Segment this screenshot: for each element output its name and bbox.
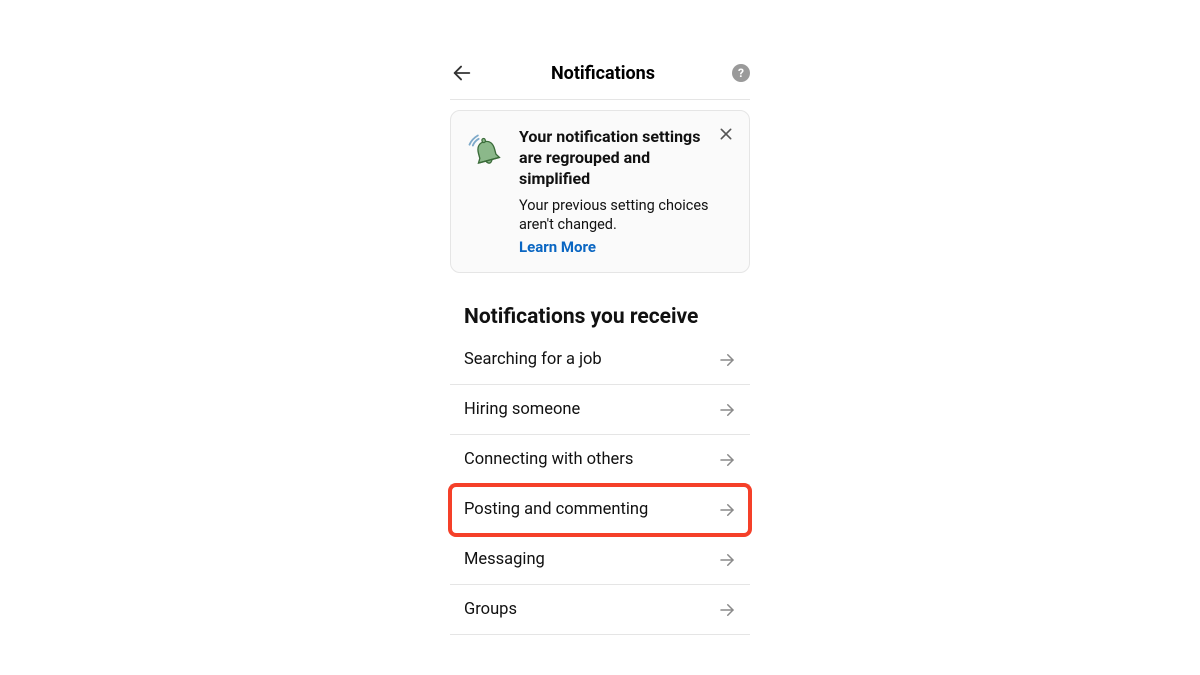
settings-row[interactable]: Searching for a job <box>450 335 750 385</box>
arrow-left-icon <box>451 62 473 84</box>
banner-text: Your previous setting choices aren't cha… <box>519 197 735 235</box>
bell-icon <box>465 133 509 173</box>
section-title: Notifications you receive <box>450 305 750 329</box>
header: Notifications ? <box>450 55 750 100</box>
info-banner: Your notification settings are regrouped… <box>450 110 750 273</box>
settings-row[interactable]: Messaging <box>450 535 750 585</box>
settings-row-label: Connecting with others <box>464 450 633 469</box>
arrow-right-icon <box>718 551 736 569</box>
learn-more-link[interactable]: Learn More <box>519 238 596 256</box>
notifications-settings-panel: Notifications ? Your notification settin… <box>450 55 750 675</box>
arrow-right-icon <box>718 401 736 419</box>
settings-row-label: Messaging <box>464 550 545 569</box>
back-button[interactable] <box>450 61 474 85</box>
page-title: Notifications <box>551 63 655 84</box>
settings-row[interactable]: Hiring someone <box>450 385 750 435</box>
settings-row[interactable]: Connecting with others <box>450 435 750 485</box>
arrow-right-icon <box>718 451 736 469</box>
settings-row-label: Groups <box>464 600 517 619</box>
banner-body: Your notification settings are regrouped… <box>519 127 735 256</box>
arrow-right-icon <box>718 601 736 619</box>
settings-row-label: Hiring someone <box>464 400 580 419</box>
settings-row[interactable]: Groups <box>450 585 750 635</box>
banner-title: Your notification settings are regrouped… <box>519 127 735 189</box>
settings-list: Searching for a job Hiring someone Connect… <box>450 335 750 635</box>
settings-row-label: Posting and commenting <box>464 500 648 519</box>
help-button[interactable]: ? <box>732 64 750 82</box>
help-icon: ? <box>738 66 744 80</box>
settings-row-label: Searching for a job <box>464 350 602 369</box>
close-icon <box>718 126 734 142</box>
arrow-right-icon <box>718 501 736 519</box>
arrow-right-icon <box>718 351 736 369</box>
close-banner-button[interactable] <box>717 125 735 143</box>
settings-row[interactable]: Posting and commenting <box>450 485 750 535</box>
